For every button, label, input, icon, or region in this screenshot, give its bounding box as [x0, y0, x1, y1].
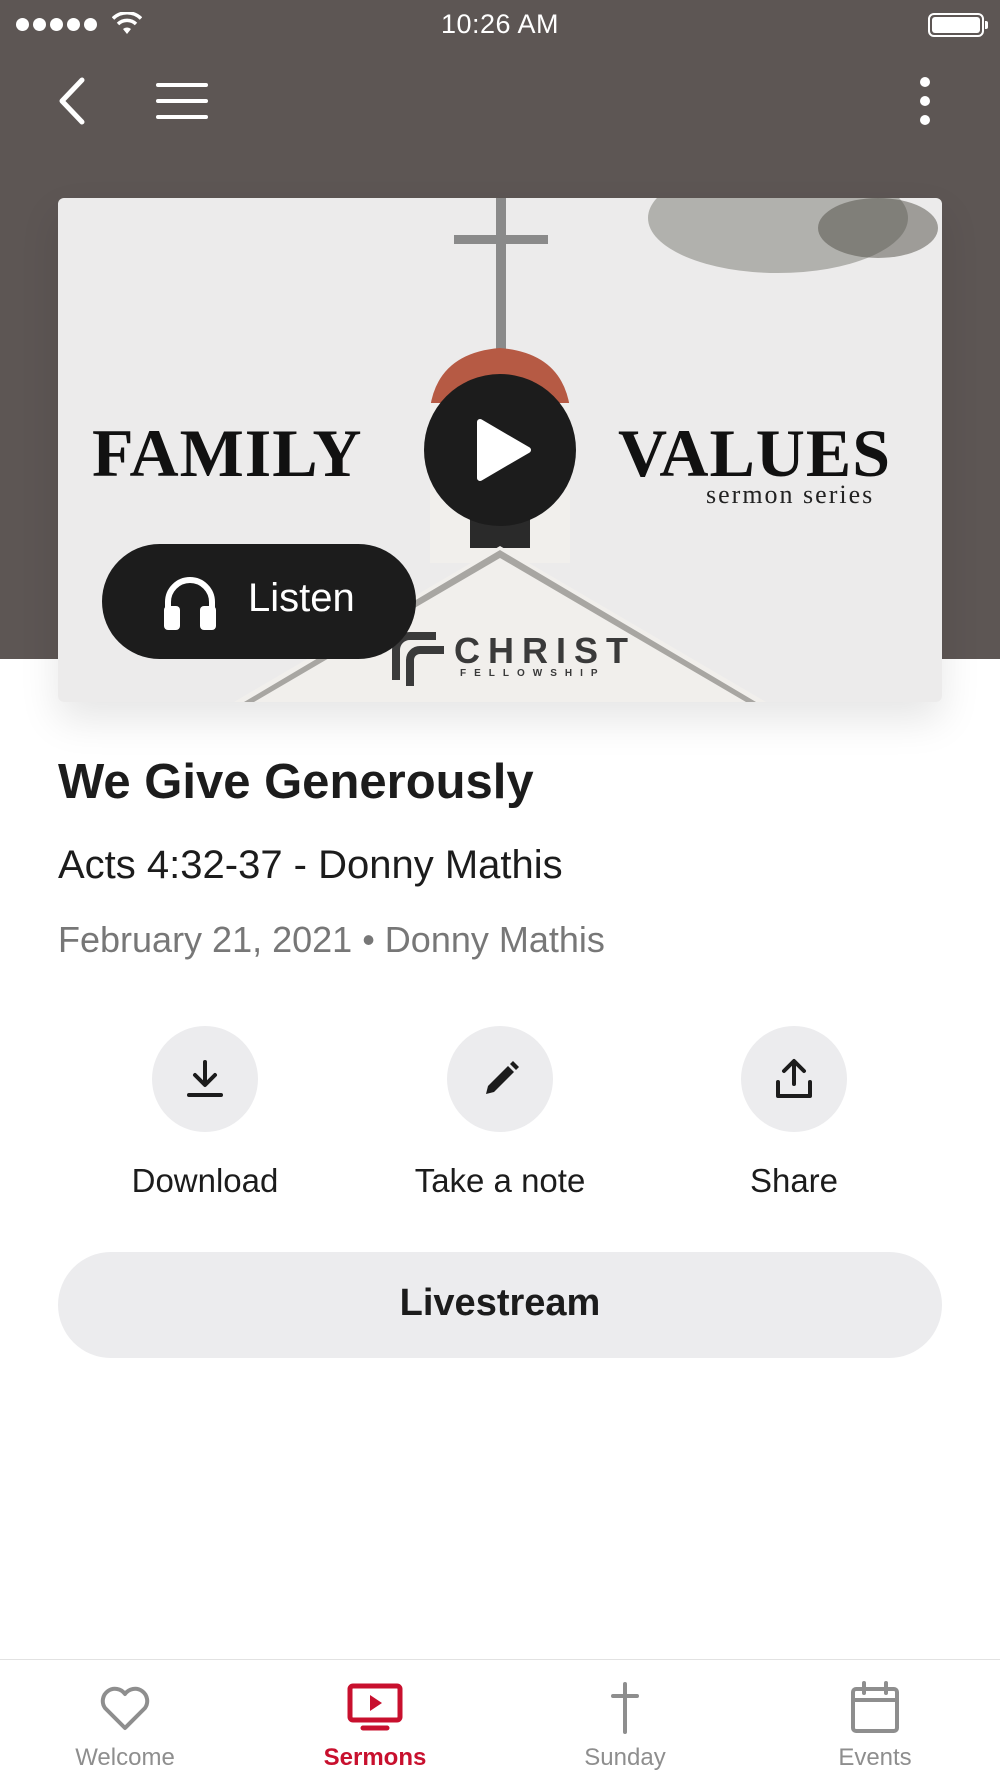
church-logo: CHRIST FELLOWSHIP — [390, 630, 630, 686]
play-button[interactable] — [424, 374, 576, 526]
sermon-scripture: Acts 4:32-37 - Donny Mathis — [58, 843, 563, 887]
calendar-icon — [851, 1681, 899, 1733]
sermon-meta: February 21, 2021 • Donny Mathis — [58, 919, 605, 960]
tab-events[interactable]: Events — [750, 1660, 1000, 1778]
download-button[interactable]: Download — [95, 1026, 315, 1206]
sermon-title: We Give Generously — [58, 755, 534, 809]
download-icon — [187, 1060, 223, 1097]
tab-sunday-label: Sunday — [584, 1744, 666, 1771]
listen-label: Listen — [248, 576, 355, 620]
tv-play-icon — [347, 1683, 403, 1731]
tab-welcome[interactable]: Welcome — [0, 1660, 250, 1778]
logo-name: CHRIST — [454, 630, 636, 671]
take-note-label: Take a note — [414, 1162, 586, 1199]
status-bar: 10:26 AM — [0, 0, 1000, 50]
heart-icon — [100, 1686, 150, 1730]
take-note-button[interactable]: Take a note — [390, 1026, 610, 1206]
artwork-subtitle: sermon series — [706, 480, 875, 509]
share-icon — [776, 1059, 812, 1098]
livestream-label: Livestream — [399, 1282, 601, 1324]
livestream-button[interactable]: Livestream — [58, 1252, 942, 1358]
menu-button[interactable] — [150, 76, 214, 126]
pencil-icon — [486, 1061, 519, 1094]
tab-welcome-label: Welcome — [75, 1744, 175, 1771]
tab-events-label: Events — [838, 1744, 912, 1771]
battery-icon — [928, 13, 988, 37]
tab-sermons[interactable]: Sermons — [250, 1660, 500, 1778]
logo-subtitle: FELLOWSHIP — [460, 668, 606, 679]
chevron-left-icon — [59, 77, 85, 125]
artwork-title-left: FAMILY — [92, 415, 363, 491]
back-button[interactable] — [48, 74, 98, 128]
share-label: Share — [749, 1162, 839, 1199]
tab-sunday[interactable]: Sunday — [500, 1660, 750, 1778]
share-button[interactable]: Share — [684, 1026, 904, 1206]
headphones-icon — [164, 577, 216, 630]
hamburger-icon — [156, 83, 208, 119]
download-label: Download — [131, 1162, 279, 1199]
more-vertical-icon — [920, 77, 930, 125]
tab-sermons-label: Sermons — [323, 1744, 427, 1771]
listen-button[interactable]: Listen — [102, 544, 416, 659]
more-options-button[interactable] — [900, 72, 950, 130]
cross-icon — [611, 1682, 639, 1734]
status-time: 10:26 AM — [440, 9, 560, 39]
tab-bar: Welcome Sermons Sunday Events — [0, 1659, 1000, 1778]
play-icon — [477, 419, 531, 481]
